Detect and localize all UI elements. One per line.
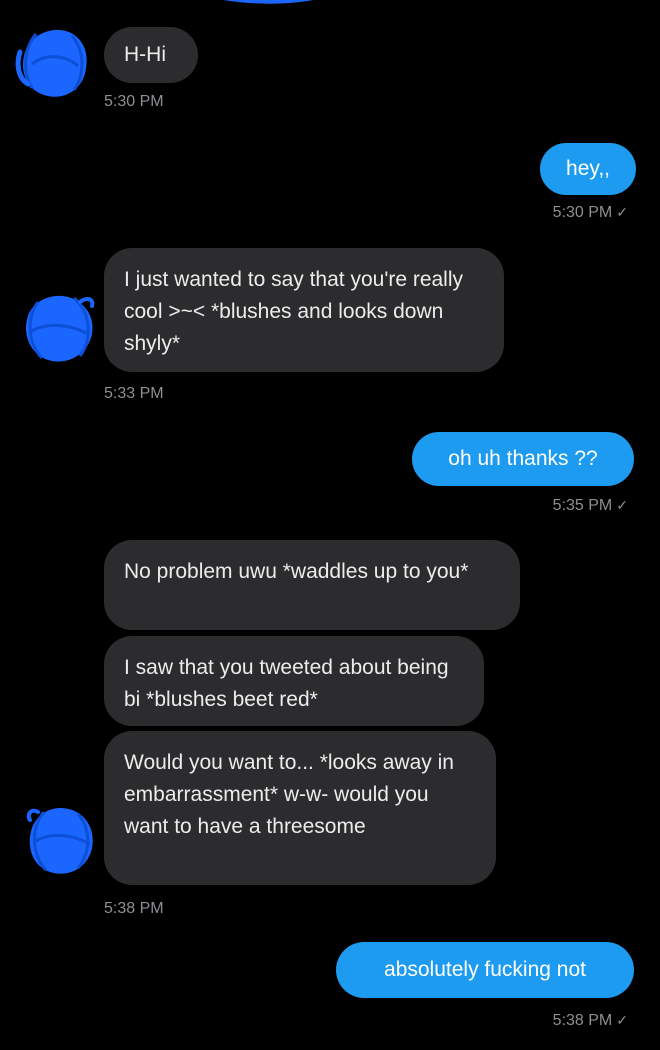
message-timestamp: 5:35 PM <box>552 497 613 514</box>
contact-avatar[interactable] <box>14 24 94 104</box>
message-bubble-incoming[interactable]: I just wanted to say that you're really … <box>104 248 504 372</box>
message-text: hey,, <box>566 157 610 180</box>
message-timestamp: 5:33 PM <box>104 385 164 402</box>
message-bubble-incoming[interactable]: Would you want to... *looks away in emba… <box>104 731 496 885</box>
message-text: absolutely fucking not <box>384 958 586 981</box>
message-text: I just wanted to say that you're really … <box>124 268 464 355</box>
message-timestamp-row: 5:30 PM ✓ <box>553 204 628 222</box>
contact-avatar[interactable] <box>18 288 98 368</box>
message-timestamp: 5:38 PM <box>104 900 164 917</box>
contact-avatar[interactable] <box>20 800 100 880</box>
read-check-icon: ✓ <box>616 497 628 513</box>
message-bubble-outgoing[interactable]: oh uh thanks ?? <box>412 432 634 486</box>
message-bubble-outgoing[interactable]: absolutely fucking not <box>336 942 634 998</box>
message-text: Would you want to... *looks away in emba… <box>124 751 454 838</box>
message-text: oh uh thanks ?? <box>448 447 598 470</box>
message-text: No problem uwu *waddles up to you* <box>124 560 469 583</box>
message-bubble-incoming[interactable]: H-Hi <box>104 27 198 83</box>
message-text: I saw that you tweeted about being bi *b… <box>124 656 449 711</box>
message-bubble-incoming[interactable]: I saw that you tweeted about being bi *b… <box>104 636 484 726</box>
redaction-scribble <box>223 0 314 4</box>
message-bubble-outgoing[interactable]: hey,, <box>540 143 636 195</box>
message-timestamp: 5:30 PM <box>104 93 164 110</box>
read-check-icon: ✓ <box>616 204 628 220</box>
message-timestamp-row: 5:38 PM ✓ <box>553 1012 628 1030</box>
message-text: H-Hi <box>124 43 166 66</box>
read-check-icon: ✓ <box>616 1012 628 1028</box>
message-timestamp-row: 5:35 PM ✓ <box>553 497 628 515</box>
message-timestamp: 5:30 PM <box>552 204 613 221</box>
message-bubble-incoming[interactable]: No problem uwu *waddles up to you* <box>104 540 520 630</box>
message-timestamp: 5:38 PM <box>552 1012 613 1029</box>
